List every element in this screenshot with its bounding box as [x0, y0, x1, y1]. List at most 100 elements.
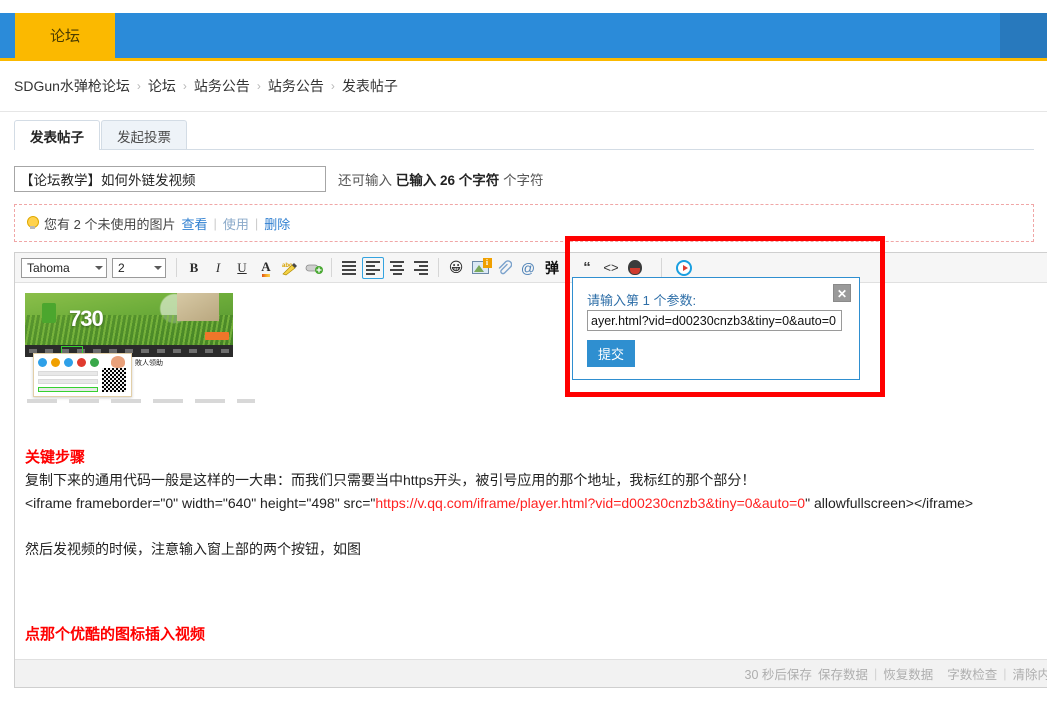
qq-face-button[interactable]	[624, 257, 646, 279]
code-suffix: " allowfullscreen></iframe>	[805, 494, 974, 511]
paperclip-icon	[498, 259, 512, 274]
italic-button[interactable]: I	[207, 257, 229, 279]
title-char-hint: 还可输入 已输入 26 个字符 个字符	[338, 169, 544, 189]
text-color-button[interactable]: A	[255, 257, 277, 279]
align-left-icon	[366, 260, 380, 275]
thumb-popup-avatar	[111, 356, 125, 368]
dialog-parameter-input[interactable]	[587, 310, 842, 331]
tabstrip-divider	[14, 149, 1034, 150]
qq-penguin-icon	[628, 260, 642, 275]
toolbar-divider	[438, 258, 439, 277]
font-family-select[interactable]: Tahoma	[21, 257, 107, 278]
notice-link-use[interactable]: 使用	[223, 214, 249, 233]
unused-images-notice: 您有 2 个未使用的图片 查看 | 使用 | 删除	[14, 204, 1034, 242]
bold-icon: B	[189, 259, 199, 275]
hint-count: 已输入 26 个字符	[395, 173, 500, 188]
breadcrumb-item-1[interactable]: 论坛	[148, 76, 176, 96]
font-size-value: 2	[118, 260, 125, 275]
quote-icon: “	[583, 258, 591, 276]
restore-data-link[interactable]: 恢复数据	[883, 664, 933, 683]
status-divider: |	[1003, 666, 1007, 681]
notice-link-delete[interactable]: 删除	[264, 214, 290, 233]
at-icon: @	[520, 259, 536, 276]
align-justify-button[interactable]	[338, 257, 360, 279]
thumb-building	[177, 293, 219, 321]
tab-new-thread[interactable]: 发表帖子	[14, 120, 100, 150]
align-center-icon	[390, 260, 404, 275]
align-right-button[interactable]	[410, 257, 432, 279]
code-button[interactable]: <>	[600, 257, 622, 279]
font-family-value: Tahoma	[27, 260, 70, 275]
text-color-icon: A	[261, 258, 271, 277]
remove-format-button[interactable]	[303, 257, 325, 279]
youku-video-button[interactable]	[673, 257, 695, 279]
code-prefix: <iframe frameborder="0" width="640" heig…	[25, 494, 376, 511]
hint-prefix: 还可输入	[338, 173, 392, 188]
thumb-number: 730	[69, 306, 104, 331]
breadcrumb-separator: ›	[136, 79, 141, 93]
spellcheck-pencil-icon: abc	[282, 262, 297, 275]
notice-text: 您有 2 个未使用的图片	[44, 216, 176, 232]
tab-label: 发起投票	[117, 129, 171, 145]
clear-content-link[interactable]: 清除内	[1012, 664, 1047, 683]
image-icon	[471, 258, 492, 274]
tab-new-poll[interactable]: 发起投票	[101, 120, 187, 150]
content-paragraph-1: 复制下来的通用代码一般是这样的一大串：而我们只需要当中https开头，被引号应用…	[25, 472, 756, 489]
breadcrumb-item-2[interactable]: 站务公告	[194, 76, 250, 96]
thumb-popup-icons	[38, 358, 99, 367]
align-center-button[interactable]	[386, 257, 408, 279]
toolbar-divider	[661, 258, 662, 277]
breadcrumb-item-4[interactable]: 发表帖子	[342, 76, 398, 96]
thumb-orange-tag	[205, 332, 229, 340]
breadcrumb-item-3[interactable]: 站务公告	[268, 76, 324, 96]
inserted-screenshot-image[interactable]: 730 敗人领助	[25, 291, 257, 404]
thumb-footer-lines	[27, 399, 255, 403]
bullet-screen-button[interactable]: 弹	[541, 257, 563, 279]
editor-status-bar: 30 秒后保存 保存数据 | 恢复数据 字数检查 | 清除内	[15, 659, 1047, 687]
thumb-caption: 敗人领助	[135, 360, 163, 367]
page-root: · · · · 论坛 SDGun水弹枪论坛 › 论坛 › 站务公告 › 站务公告…	[0, 0, 1047, 718]
chevron-down-icon	[154, 265, 162, 270]
underline-button[interactable]: U	[231, 257, 253, 279]
editor-content-area[interactable]: 730 敗人领助 关键步骤 复制下来的通用代码一般是这样的一大串：而我们只需要当…	[15, 283, 1047, 660]
underline-icon: U	[237, 259, 247, 275]
navbar-item-forum[interactable]: 论坛	[15, 13, 115, 58]
navbar-right-shade	[1000, 13, 1047, 58]
thumb-dropdown-popup	[33, 353, 132, 397]
align-right-icon	[414, 260, 428, 275]
font-size-select[interactable]: 2	[112, 257, 166, 278]
word-count-link[interactable]: 字数检查	[947, 664, 997, 683]
breadcrumb-separator: ›	[182, 79, 187, 93]
close-icon[interactable]: ✕	[833, 284, 851, 302]
breadcrumb-item-0[interactable]: SDGun水弹枪论坛	[14, 76, 130, 96]
smiley-icon: 😀	[448, 259, 464, 275]
content-code-line: <iframe frameborder="0" width="640" heig…	[25, 493, 1047, 515]
breadcrumb: SDGun水弹枪论坛 › 论坛 › 站务公告 › 站务公告 › 发表帖子	[0, 61, 1047, 111]
thumb-qr-code	[102, 368, 126, 392]
dialog-submit-button[interactable]: 提交	[587, 340, 636, 367]
smiley-button[interactable]: 😀	[445, 257, 467, 279]
thread-title-input[interactable]	[14, 166, 326, 192]
insert-image-button[interactable]	[469, 257, 492, 279]
breadcrumb-separator: ›	[256, 79, 261, 93]
toolbar-divider	[569, 258, 570, 277]
align-left-button[interactable]	[362, 256, 384, 279]
quote-button[interactable]: “	[576, 257, 598, 279]
thread-title-row: 还可输入 已输入 26 个字符 个字符	[14, 164, 1024, 194]
post-editor-panel: 发表帖子 发起投票 还可输入 已输入 26 个字符 个字符 您有 2 个未使用的…	[0, 111, 1047, 718]
autosave-countdown: 30 秒后保存	[744, 668, 812, 682]
mention-button[interactable]: @	[517, 257, 539, 279]
site-navbar: 论坛	[0, 13, 1047, 58]
parameter-prompt-dialog: 请输入第 1 个参数: ✕ 提交	[572, 277, 860, 380]
post-type-tabs: 发表帖子 发起投票	[14, 118, 188, 150]
ghost-text: · · · ·	[55, 0, 107, 5]
bold-button[interactable]: B	[183, 257, 205, 279]
spellcheck-button[interactable]: abc	[279, 257, 301, 279]
attachment-button[interactable]	[493, 257, 515, 279]
notice-link-view[interactable]: 查看	[181, 214, 207, 233]
save-data-link[interactable]: 保存数据	[818, 664, 868, 683]
breadcrumb-separator: ›	[330, 79, 335, 93]
